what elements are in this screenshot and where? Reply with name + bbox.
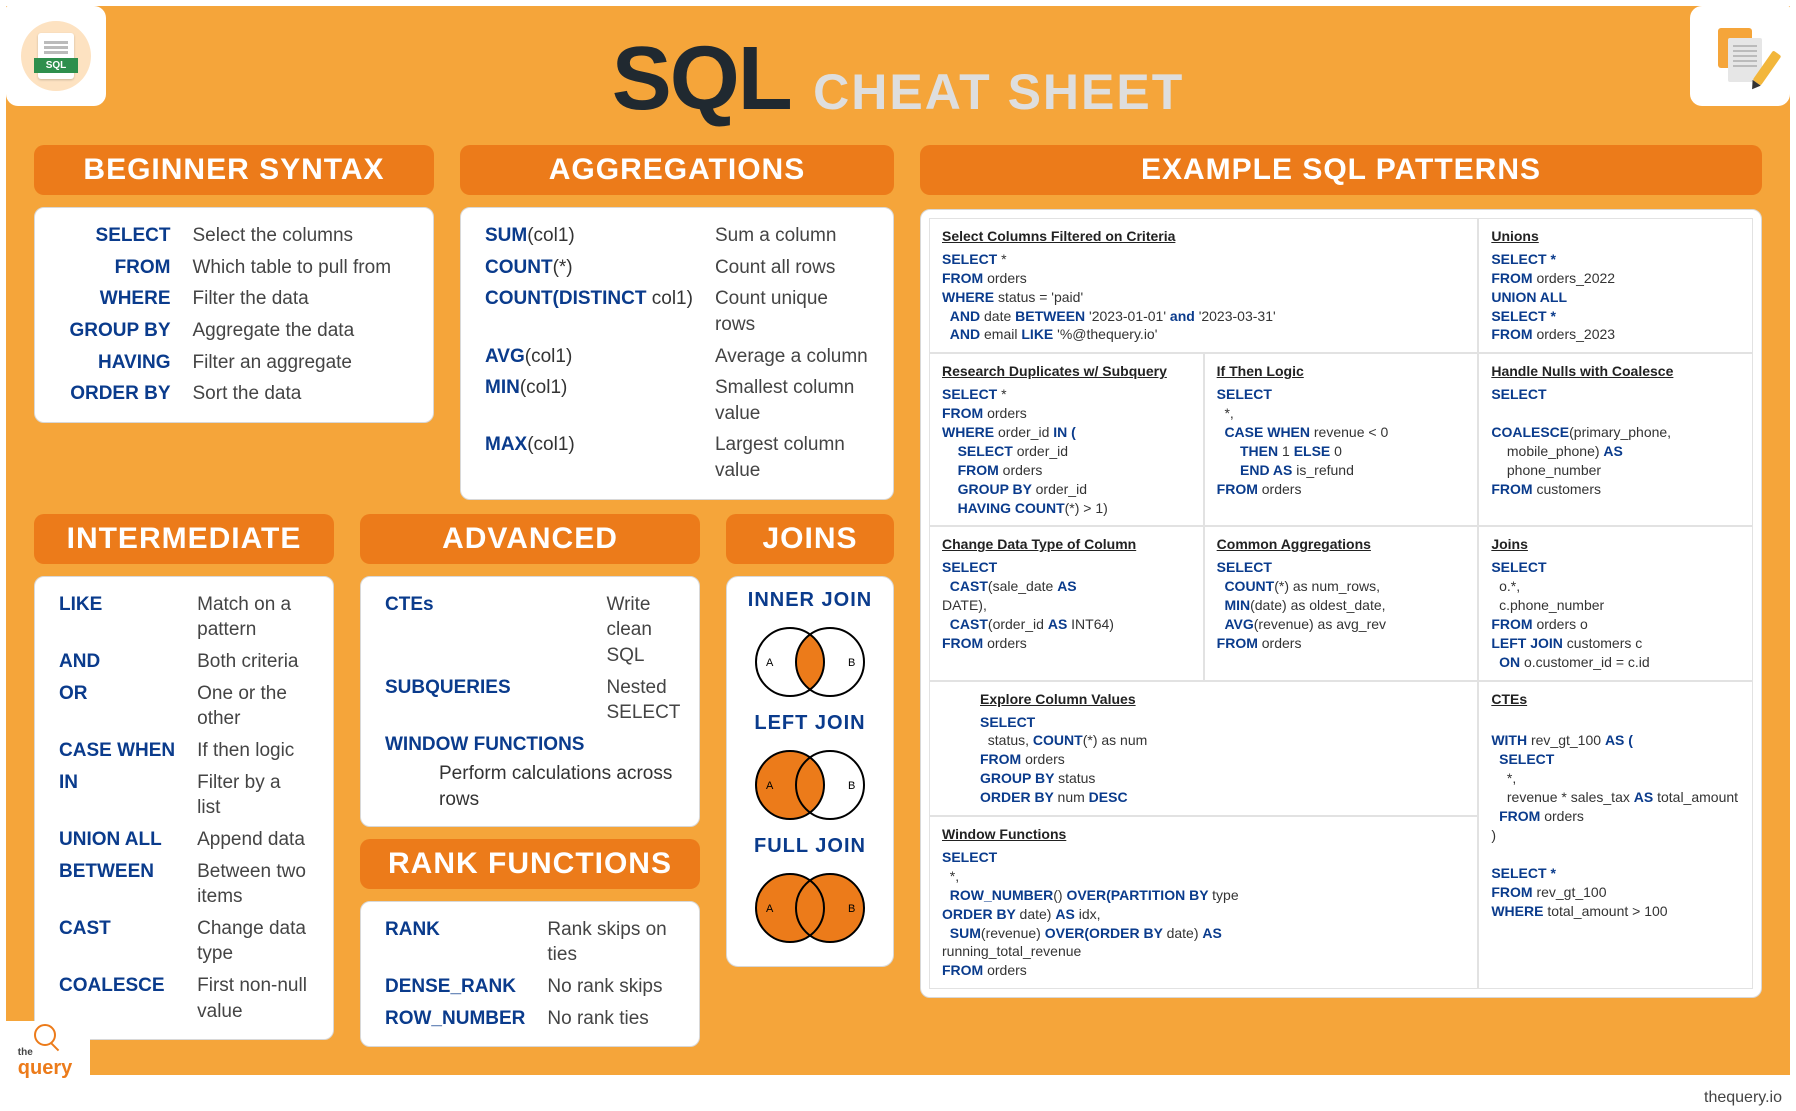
kw-row: GROUP BYAggregate the data: [53, 315, 415, 347]
sql-badge-circle: [21, 21, 91, 91]
svg-text:A: A: [766, 657, 774, 669]
inner-join-icon: A B: [740, 622, 880, 702]
kw-row: INFilter by a list: [53, 767, 315, 824]
kw-row: OROne or the other: [53, 678, 315, 735]
kw-row: HAVINGFilter an aggregate: [53, 347, 415, 379]
left-join-label: LEFT JOIN: [754, 712, 865, 735]
joins-card: INNER JOIN A B LEFT JOIN: [726, 576, 894, 967]
kw-row: COUNT(*)Count all rows: [479, 252, 875, 284]
sql-badge-corner: [6, 6, 106, 106]
cheat-sheet: the query SQL CHEAT SHEET BEGINNER SYNTA…: [6, 6, 1790, 1075]
kw-row: CASE WHENIf then logic: [53, 735, 315, 767]
sql-file-icon: [38, 33, 74, 79]
kw-row: UNION ALLAppend data: [53, 824, 315, 856]
advanced-header: ADVANCED: [360, 514, 700, 564]
kw-row: ROW_NUMBERNo rank ties: [379, 1003, 681, 1035]
full-join-label: FULL JOIN: [754, 835, 866, 858]
intermediate-header: INTERMEDIATE: [34, 514, 334, 564]
aggregations-card: SUM(col1)Sum a columnCOUNT(*)Count all r…: [460, 207, 894, 500]
patterns-grid: Select Columns Filtered on Criteria SELE…: [920, 209, 1762, 998]
pattern-joins: Joins SELECT o.*, c.phone_number FROM or…: [1478, 526, 1753, 680]
kw-row: SELECTSelect the columns: [53, 220, 415, 252]
kw-row: BETWEENBetween two items: [53, 856, 315, 913]
svg-text:B: B: [848, 780, 855, 792]
notes-corner: [1690, 6, 1790, 106]
kw-row: RANKRank skips on ties: [379, 914, 681, 971]
rank-card: RANKRank skips on tiesDENSE_RANKNo rank …: [360, 901, 700, 1048]
footer-site: thequery.io: [0, 1081, 1796, 1111]
kw-row: MAX(col1)Largest column value: [479, 429, 875, 486]
kw-row: WINDOW FUNCTIONS: [379, 729, 686, 761]
kw-row: AVG(col1)Average a column: [479, 341, 875, 373]
pattern-coalesce: Handle Nulls with Coalesce SELECT COALES…: [1478, 353, 1753, 526]
kw-row: CTEsWrite clean SQL: [379, 589, 686, 672]
pattern-unions: Unions SELECT * FROM orders_2022 UNION A…: [1478, 218, 1753, 353]
magnifier-icon: [34, 1024, 56, 1046]
rank-header: RANK FUNCTIONS: [360, 839, 700, 889]
pattern-explore: Explore Column Values SELECT status, COU…: [929, 681, 1478, 816]
kw-row: COUNT(DISTINCT col1)Count unique rows: [479, 283, 875, 340]
left-join-icon: A B: [740, 745, 880, 825]
kw-row: SUBQUERIESNested SELECT: [379, 672, 686, 729]
kw-row: CASTChange data type: [53, 913, 315, 970]
aggregations-header: AGGREGATIONS: [460, 145, 894, 195]
brand-corner: the query: [0, 1021, 90, 1081]
pattern-aggs: Common Aggregations SELECT COUNT(*) as n…: [1204, 526, 1479, 680]
kw-row: FROMWhich table to pull from: [53, 252, 415, 284]
full-join-icon: A B: [740, 868, 880, 948]
title-sub: CHEAT SHEET: [813, 64, 1184, 120]
kw-row: COALESCEFirst non-null value: [53, 970, 315, 1027]
kw-row: MIN(col1)Smallest column value: [479, 372, 875, 429]
window-note: Perform calculations across rows: [379, 761, 681, 814]
notes-pencil-icon: [1712, 28, 1768, 84]
pattern-cast: Change Data Type of Column SELECT CAST(s…: [929, 526, 1204, 680]
kw-row: WHEREFilter the data: [53, 283, 415, 315]
kw-row: ORDER BYSort the data: [53, 378, 415, 410]
pattern-filter: Select Columns Filtered on Criteria SELE…: [929, 218, 1478, 353]
kw-row: ANDBoth criteria: [53, 646, 315, 678]
joins-header: JOINS: [726, 514, 894, 564]
pattern-window: Window Functions SELECT *, ROW_NUMBER() …: [929, 816, 1478, 989]
pattern-ctes: CTEs WITH rev_gt_100 AS ( SELECT *, reve…: [1478, 681, 1753, 989]
beginner-card: SELECTSelect the columnsFROMWhich table …: [34, 207, 434, 423]
title-main: SQL: [612, 29, 791, 129]
kw-row: DENSE_RANKNo rank skips: [379, 971, 681, 1003]
pattern-ifthen: If Then Logic SELECT *, CASE WHEN revenu…: [1204, 353, 1479, 526]
inner-join-label: INNER JOIN: [748, 589, 872, 612]
svg-text:A: A: [766, 903, 774, 915]
brand-big: query: [18, 1057, 72, 1079]
page-title: SQL CHEAT SHEET: [34, 24, 1762, 145]
advanced-card: CTEsWrite clean SQLSUBQUERIESNested SELE…: [360, 576, 700, 827]
patterns-header: EXAMPLE SQL PATTERNS: [920, 145, 1762, 195]
intermediate-card: LIKEMatch on a patternANDBoth criteriaOR…: [34, 576, 334, 1041]
kw-row: SUM(col1)Sum a column: [479, 220, 875, 252]
pattern-duplicates: Research Duplicates w/ Subquery SELECT *…: [929, 353, 1204, 526]
svg-text:A: A: [766, 780, 774, 792]
kw-row: LIKEMatch on a pattern: [53, 589, 315, 646]
beginner-header: BEGINNER SYNTAX: [34, 145, 434, 195]
svg-text:B: B: [848, 903, 855, 915]
svg-text:B: B: [848, 657, 855, 669]
